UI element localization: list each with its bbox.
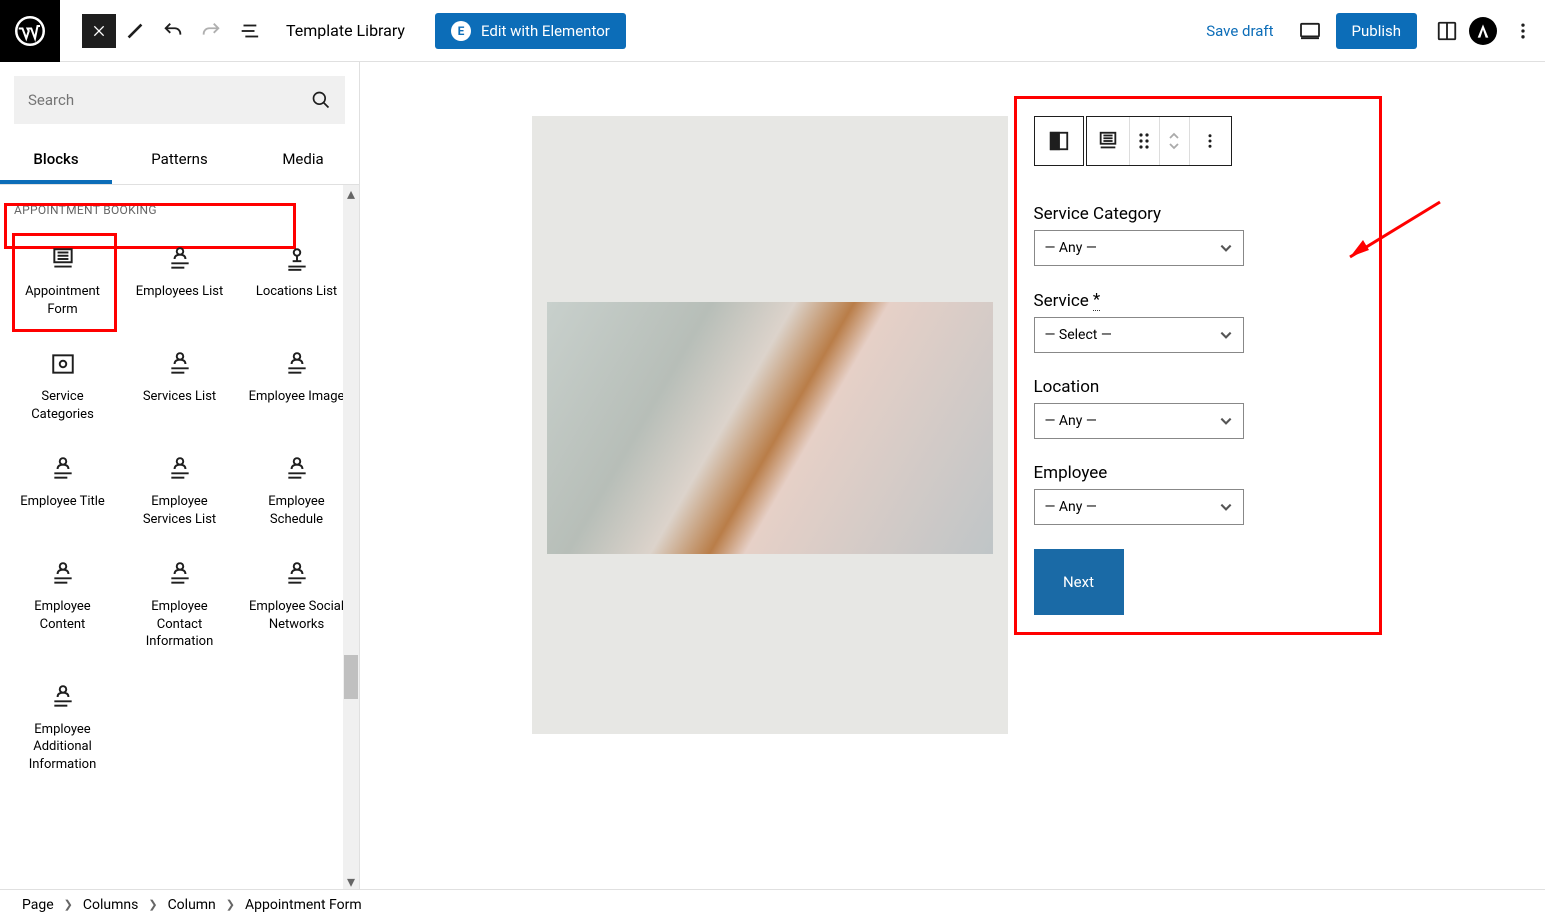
- block-icon: [49, 683, 77, 711]
- move-arrows-icon[interactable]: [1159, 117, 1189, 165]
- block-item-employee-image[interactable]: Employee Image: [238, 334, 355, 439]
- required-mark: *: [1093, 290, 1100, 311]
- tab-patterns[interactable]: Patterns: [112, 138, 247, 184]
- block-label: Employee Schedule: [244, 493, 349, 528]
- block-label: Employee Additional Information: [10, 721, 115, 774]
- breadcrumb-item[interactable]: Page: [22, 897, 54, 913]
- block-item-locations-list[interactable]: Locations List: [238, 229, 355, 334]
- block-icon: [166, 455, 194, 483]
- block-icon: [166, 350, 194, 378]
- select-value: — Select —: [1045, 327, 1112, 343]
- field-label: Service*: [1034, 290, 1374, 311]
- block-label: Employee Social Networks: [244, 598, 349, 633]
- block-item-employee-social-networks[interactable]: Employee Social Networks: [238, 544, 355, 667]
- scrollbar-thumb[interactable]: [344, 655, 358, 699]
- select-service[interactable]: — Select —: [1034, 317, 1244, 353]
- block-item-appointment-form[interactable]: Appointment Form: [4, 229, 121, 334]
- appointment-form-block[interactable]: Service Category — Any — Service* — Select …: [1034, 116, 1374, 615]
- block-label: Employee Content: [10, 598, 115, 633]
- block-item-employee-services-list[interactable]: Employee Services List: [121, 439, 238, 544]
- document-overview-icon[interactable]: [230, 0, 268, 62]
- chevron-right-icon: ❯: [148, 898, 157, 911]
- select-location[interactable]: — Any —: [1034, 403, 1244, 439]
- search-input[interactable]: [28, 91, 311, 109]
- block-icon: [166, 560, 194, 588]
- select-value: — Any —: [1045, 499, 1097, 515]
- search-icon[interactable]: [311, 90, 331, 110]
- undo-icon[interactable]: [154, 0, 192, 62]
- select-value: — Any —: [1045, 413, 1097, 429]
- block-label: Locations List: [256, 283, 337, 301]
- options-icon[interactable]: [1505, 13, 1541, 49]
- block-type-icon[interactable]: [1087, 117, 1129, 165]
- block-icon: [283, 455, 311, 483]
- select-value: — Any —: [1045, 240, 1097, 256]
- select-employee[interactable]: — Any —: [1034, 489, 1244, 525]
- category-header: APPOINTMENT BOOKING: [0, 185, 359, 229]
- block-item-employee-additional-information[interactable]: Employee Additional Information: [4, 667, 121, 790]
- chevron-down-icon: [1219, 502, 1233, 512]
- block-label: Employee Services List: [127, 493, 232, 528]
- chevron-right-icon: ❯: [226, 898, 235, 911]
- field-label: Service Category: [1034, 204, 1374, 224]
- theme-avatar-icon[interactable]: [1469, 17, 1497, 45]
- block-label: Employee Image: [249, 388, 345, 406]
- template-library-link[interactable]: Template Library: [286, 21, 405, 40]
- field-label: Location: [1034, 377, 1374, 397]
- chevron-down-icon: [1219, 243, 1233, 253]
- drag-handle-icon[interactable]: [1129, 117, 1159, 165]
- settings-panel-icon[interactable]: [1429, 13, 1465, 49]
- block-icon: [166, 245, 194, 273]
- block-label: Appointment Form: [10, 283, 115, 318]
- chevron-right-icon: ❯: [64, 898, 73, 911]
- parent-block-button[interactable]: [1034, 116, 1084, 166]
- block-label: Employee Contact Information: [127, 598, 232, 651]
- save-draft-button[interactable]: Save draft: [1206, 22, 1273, 40]
- block-label: Employees List: [136, 283, 223, 301]
- block-label: Service Categories: [10, 388, 115, 423]
- block-search[interactable]: [14, 76, 345, 124]
- chevron-down-icon: [1219, 416, 1233, 426]
- edit-with-elementor-button[interactable]: E Edit with Elementor: [435, 13, 626, 49]
- scroll-up-icon[interactable]: ▴: [343, 185, 359, 201]
- elementor-label: Edit with Elementor: [481, 22, 610, 40]
- block-item-employee-content[interactable]: Employee Content: [4, 544, 121, 667]
- block-icon: [49, 560, 77, 588]
- image-column[interactable]: [532, 116, 1008, 734]
- block-item-service-categories[interactable]: Service Categories: [4, 334, 121, 439]
- block-item-employee-schedule[interactable]: Employee Schedule: [238, 439, 355, 544]
- block-label: Services List: [143, 388, 216, 406]
- block-icon: [49, 245, 77, 273]
- block-item-employee-title[interactable]: Employee Title: [4, 439, 121, 544]
- tab-blocks[interactable]: Blocks: [0, 138, 112, 184]
- block-icon: [283, 560, 311, 588]
- scroll-down-icon[interactable]: ▾: [343, 873, 359, 889]
- publish-button[interactable]: Publish: [1336, 13, 1417, 49]
- block-options-icon[interactable]: [1189, 117, 1231, 165]
- block-label: Employee Title: [20, 493, 105, 511]
- block-item-services-list[interactable]: Services List: [121, 334, 238, 439]
- placeholder-photo: [547, 302, 993, 554]
- breadcrumb-item[interactable]: Column: [168, 897, 216, 913]
- wordpress-logo[interactable]: [0, 0, 60, 62]
- block-item-employees-list[interactable]: Employees List: [121, 229, 238, 334]
- field-label: Employee: [1034, 463, 1374, 483]
- preview-icon[interactable]: [1292, 13, 1328, 49]
- next-button[interactable]: Next: [1034, 549, 1124, 615]
- breadcrumb-item[interactable]: Columns: [83, 897, 138, 913]
- block-icon: [283, 350, 311, 378]
- block-icon: [49, 350, 77, 378]
- chevron-down-icon: [1219, 330, 1233, 340]
- select-service-category[interactable]: — Any —: [1034, 230, 1244, 266]
- tab-media[interactable]: Media: [247, 138, 359, 184]
- redo-icon[interactable]: [192, 0, 230, 62]
- block-icon: [283, 245, 311, 273]
- breadcrumb-item[interactable]: Appointment Form: [245, 897, 362, 913]
- tools-icon[interactable]: [116, 0, 154, 62]
- elementor-icon: E: [451, 21, 471, 41]
- sidebar-scrollbar[interactable]: ▴ ▾: [343, 185, 359, 889]
- block-item-employee-contact-information[interactable]: Employee Contact Information: [121, 544, 238, 667]
- block-icon: [49, 455, 77, 483]
- close-inserter-button[interactable]: [82, 14, 116, 48]
